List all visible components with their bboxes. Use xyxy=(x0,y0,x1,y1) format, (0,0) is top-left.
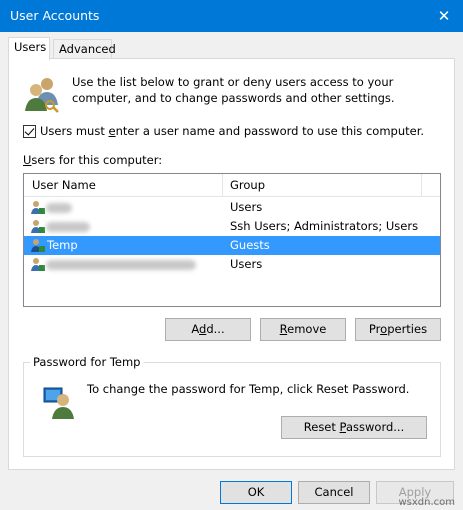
ok-button[interactable]: OK xyxy=(220,481,292,504)
redacted-user-name xyxy=(46,260,196,270)
users-list[interactable]: User Name Group Users Ssh Users; Adminis… xyxy=(23,173,441,307)
table-row[interactable]: Users xyxy=(24,255,440,274)
table-row[interactable]: Users xyxy=(24,198,440,217)
password-group: Password for Temp To change the password… xyxy=(23,355,441,457)
user-group: Guests xyxy=(230,238,270,252)
user-icon xyxy=(31,258,45,271)
user-name: Temp xyxy=(47,238,78,252)
table-row[interactable]: Ssh Users; Administrators; Users xyxy=(24,217,440,236)
users-list-label: Users for this computer: xyxy=(23,153,163,167)
user-group: Ssh Users; Administrators; Users xyxy=(230,219,419,233)
require-password-checkbox[interactable] xyxy=(23,125,36,138)
column-user-name[interactable]: User Name xyxy=(32,178,96,192)
remove-user-button[interactable]: Remove xyxy=(260,318,346,341)
add-user-button[interactable]: Add... xyxy=(165,318,251,341)
user-icon xyxy=(31,201,45,214)
user-password-icon xyxy=(43,387,74,419)
cancel-button[interactable]: Cancel xyxy=(298,481,370,504)
user-icon xyxy=(31,239,45,252)
table-row-selected[interactable]: Temp Guests xyxy=(24,236,440,255)
column-group[interactable]: Group xyxy=(230,178,265,192)
user-accounts-window: User Accounts ✕ Users Advanced Use the l… xyxy=(0,0,463,510)
redacted-user-name xyxy=(46,203,72,213)
users-tab-panel: Use the list below to grant or deny user… xyxy=(8,58,455,470)
users-list-header: User Name Group xyxy=(24,174,440,197)
require-password-label[interactable]: Users must enter a user name and passwor… xyxy=(40,124,424,138)
title-bar[interactable]: User Accounts ✕ xyxy=(0,0,463,32)
redacted-user-name xyxy=(46,222,90,232)
users-icon xyxy=(25,78,59,113)
window-title: User Accounts xyxy=(10,8,100,23)
password-group-title: Password for Temp xyxy=(30,355,144,369)
tab-users[interactable]: Users xyxy=(8,37,50,60)
tab-advanced[interactable]: Advanced xyxy=(53,39,116,58)
tab-strip: Users Advanced xyxy=(8,37,455,60)
user-group: Users xyxy=(230,200,263,214)
column-separator[interactable] xyxy=(421,174,422,196)
intro-text: Use the list below to grant or deny user… xyxy=(72,75,395,105)
watermark: wsxdn.com xyxy=(398,497,455,508)
reset-password-button[interactable]: Reset Password... xyxy=(281,416,427,439)
user-icon xyxy=(31,220,45,233)
properties-button[interactable]: Properties xyxy=(355,318,441,341)
column-separator[interactable] xyxy=(222,174,223,196)
user-group: Users xyxy=(230,257,263,271)
close-icon[interactable]: ✕ xyxy=(425,0,463,32)
password-instruction: To change the password for Temp, click R… xyxy=(87,382,410,396)
